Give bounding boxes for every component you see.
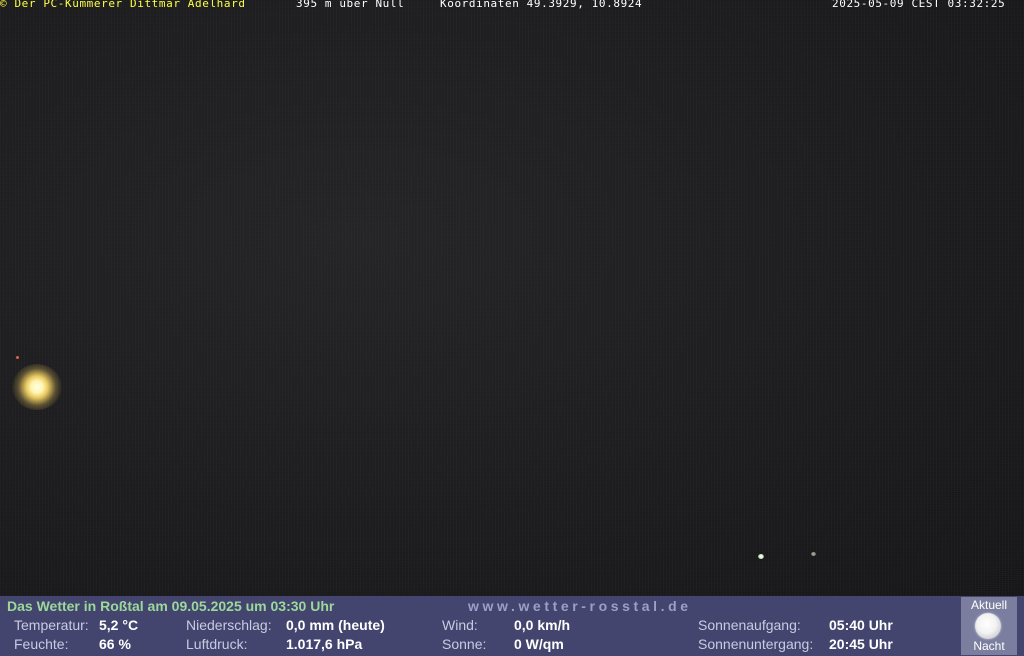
altitude-text: 395 m über Null <box>296 0 405 10</box>
coordinates-text: Koordinaten 49.3929, 10.8924 <box>440 0 643 10</box>
sun-value: 0 W/qm <box>514 636 564 652</box>
precipitation-label: Niederschlag: <box>186 617 272 633</box>
distant-light <box>758 554 764 559</box>
moon-phase-box: Aktuell Nacht <box>961 597 1017 655</box>
sunrise-value: 05:40 Uhr <box>829 617 893 633</box>
wind-value: 0,0 km/h <box>514 617 571 633</box>
website-link[interactable]: www.wetter-rosstal.de <box>468 598 692 614</box>
pressure-label: Luftdruck: <box>186 636 248 652</box>
sunset-value: 20:45 Uhr <box>829 636 893 652</box>
moon-icon <box>975 613 1001 639</box>
sunset-label: Sonnenuntergang: <box>698 636 814 652</box>
distant-light <box>811 552 816 556</box>
precipitation-value: 0,0 mm (heute) <box>286 617 385 633</box>
moon-top-label: Aktuell <box>970 598 1008 612</box>
weather-title: Das Wetter in Roßtal am 09.05.2025 um 03… <box>7 598 335 614</box>
moon-bottom-label: Nacht <box>973 639 1005 653</box>
sun-label: Sonne: <box>442 636 487 652</box>
distant-light <box>16 356 19 359</box>
temperature-value: 5,2 °C <box>99 617 139 633</box>
sunrise-label: Sonnenaufgang: <box>698 617 801 633</box>
weather-panel: Das Wetter in Roßtal am 09.05.2025 um 03… <box>0 596 1024 656</box>
webcam-overlay-bar: © Der PC-Kümmerer Dittmar Adelhard 395 m… <box>0 0 1005 11</box>
humidity-label: Feuchte: <box>14 636 69 652</box>
humidity-value: 66 % <box>99 636 131 652</box>
timestamp-text: 2025-05-09 CEST 03:32:25 <box>832 0 1006 10</box>
pressure-value: 1.017,6 hPa <box>286 636 363 652</box>
copyright-text: © Der PC-Kümmerer Dittmar Adelhard <box>0 0 246 10</box>
street-light <box>12 364 62 410</box>
temperature-label: Temperatur: <box>14 617 89 633</box>
webcam-image: © Der PC-Kümmerer Dittmar Adelhard 395 m… <box>0 0 1024 596</box>
wind-label: Wind: <box>442 617 478 633</box>
